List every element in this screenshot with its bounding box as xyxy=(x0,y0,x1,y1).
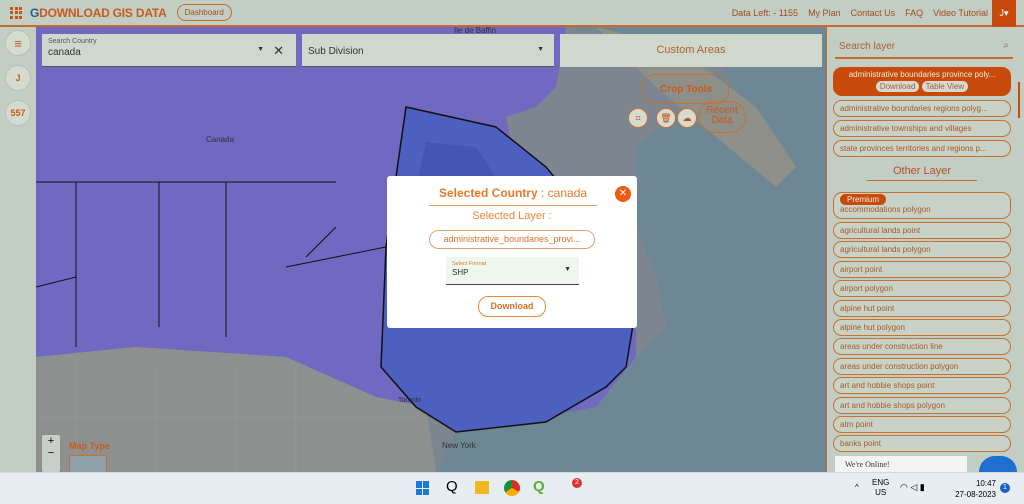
chevron-up-icon[interactable]: ^ xyxy=(855,483,859,492)
selected-layer-value: administrative_boundaries_provi... xyxy=(429,230,595,249)
download-button[interactable]: Download xyxy=(478,296,546,317)
format-label: Select Format xyxy=(452,261,487,267)
chat-widget[interactable]: We're Online! xyxy=(835,456,967,472)
list-item[interactable]: administrative boundaries regions polyg.… xyxy=(833,100,1011,117)
qgis-icon[interactable]: Q xyxy=(533,478,545,495)
list-item[interactable]: areas under construction polygon xyxy=(833,357,1011,375)
list-item[interactable]: agricultural lands polygon xyxy=(833,241,1011,259)
wifi-volume-battery-icons[interactable]: ◠ ◁ ▮ xyxy=(900,482,925,493)
list-item[interactable]: banks point xyxy=(833,435,1011,453)
list-item[interactable]: areas under construction line xyxy=(833,338,1011,356)
format-select[interactable]: Select Format SHP ▼ xyxy=(446,257,579,285)
list-item[interactable]: airport point xyxy=(833,260,1011,278)
taskbar: Q Q 2 ^ ENG US ◠ ◁ ▮ 10:47 27-08-2023 1 xyxy=(0,472,1024,504)
download-modal: Selected Country : canada ✕ Selected Lay… xyxy=(387,176,637,328)
dropdown-arrow-icon: ▼ xyxy=(564,266,571,273)
selected-layer-item[interactable]: administrative boundaries province poly.… xyxy=(833,67,1011,96)
list-item[interactable]: administrative townships and villages xyxy=(833,120,1011,137)
premium-badge: Premium xyxy=(840,194,887,205)
clock-time[interactable]: 10:47 xyxy=(950,478,996,489)
selected-country: Selected Country : canada xyxy=(429,186,597,206)
notifications-icon[interactable]: 1 xyxy=(1000,483,1010,493)
list-item[interactable]: state provinces territories and regions … xyxy=(833,140,1011,157)
close-icon[interactable]: ✕ xyxy=(615,186,631,202)
list-item[interactable]: atm point xyxy=(833,416,1011,433)
other-layer-heading: Other Layer xyxy=(867,165,977,181)
list-item[interactable]: alpine hut point xyxy=(833,299,1011,317)
list-item[interactable]: art and hobbie shops point xyxy=(833,377,1011,395)
layer-panel: Search layer ⌕ administrative boundaries … xyxy=(826,27,1024,472)
list-item[interactable]: agricultural lands point xyxy=(833,222,1011,239)
chat-icon[interactable] xyxy=(979,456,1017,472)
list-item[interactable]: alpine hut polygon xyxy=(833,319,1011,336)
language[interactable]: ENG xyxy=(872,478,889,488)
clock-date[interactable]: 27-08-2023 xyxy=(950,489,996,500)
chrome-icon[interactable] xyxy=(504,480,520,496)
table-view-button[interactable]: Table View xyxy=(921,81,969,92)
list-item[interactable]: Premium accommodations polygon xyxy=(833,192,1011,219)
layer-search-input[interactable]: Search layer ⌕ xyxy=(835,35,1013,59)
windows-start-icon[interactable] xyxy=(416,481,430,495)
scrollbar[interactable] xyxy=(1018,82,1020,118)
file-explorer-icon[interactable] xyxy=(475,481,489,494)
format-value: SHP xyxy=(452,268,469,277)
layer-download-button[interactable]: Download xyxy=(875,81,920,92)
search-icon: ⌕ xyxy=(1003,40,1009,51)
selected-layer-label: Selected Layer : xyxy=(472,210,552,222)
list-item[interactable]: airport polygon xyxy=(833,280,1011,298)
region[interactable]: US xyxy=(872,488,889,498)
list-item[interactable]: art and hobbie shops polygon xyxy=(833,396,1011,414)
search-icon[interactable]: Q xyxy=(446,478,458,495)
notification-badge[interactable]: 2 xyxy=(572,478,582,488)
